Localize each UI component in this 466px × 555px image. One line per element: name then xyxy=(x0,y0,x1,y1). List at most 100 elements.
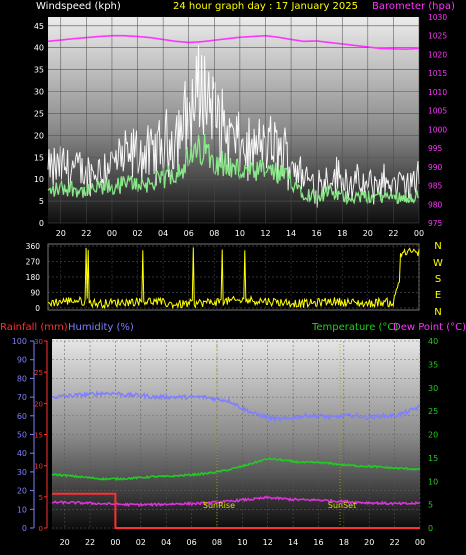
x-tick-label: 12 xyxy=(263,538,273,547)
rainfall-tick-label: 30 xyxy=(34,338,43,346)
humidity-tick-label: 100 xyxy=(12,337,27,346)
y2-tick-label: 1030 xyxy=(428,13,447,22)
y-tick-label: 30 xyxy=(34,88,44,97)
y-tick-label: 270 xyxy=(26,258,41,267)
temperature-tick-label: 25 xyxy=(428,407,438,416)
y2-tick-label: 1025 xyxy=(428,32,447,41)
humidity-tick-label: 20 xyxy=(17,487,27,496)
direction-label: N xyxy=(434,307,441,318)
y-tick-label: 5 xyxy=(39,197,44,206)
y2-tick-label: 985 xyxy=(428,182,443,191)
x-tick-label: 12 xyxy=(260,229,270,238)
humidity-tick-label: 90 xyxy=(17,356,27,365)
temperature-tick-label: 0 xyxy=(428,524,433,533)
x-tick-label: 00 xyxy=(110,538,120,547)
temperature-tick-label: 30 xyxy=(428,384,438,393)
y2-tick-label: 1015 xyxy=(428,69,447,78)
humidity-tick-label: 0 xyxy=(22,524,27,533)
wind-axis-title: Windspeed (kph) xyxy=(36,1,121,12)
y-tick-label: 0 xyxy=(35,304,40,313)
rainfall-tick-label: 10 xyxy=(34,463,43,471)
y-tick-label: 180 xyxy=(26,273,41,282)
humidity-tick-label: 60 xyxy=(17,412,27,421)
x-tick-label: 18 xyxy=(337,229,347,238)
direction-label: E xyxy=(435,290,441,301)
humidity-tick-label: 80 xyxy=(17,374,27,383)
x-tick-label: 10 xyxy=(235,229,245,238)
y2-tick-label: 1020 xyxy=(428,50,447,59)
y-tick-label: 45 xyxy=(34,22,44,31)
x-tick-label: 00 xyxy=(107,229,117,238)
x-tick-label: 20 xyxy=(56,229,66,238)
y-tick-label: 40 xyxy=(34,44,44,53)
x-tick-label: 16 xyxy=(312,229,322,238)
y2-tick-label: 975 xyxy=(428,219,443,228)
x-tick-label: 08 xyxy=(209,229,219,238)
y-tick-label: 25 xyxy=(34,109,44,118)
y2-tick-label: 990 xyxy=(428,163,443,172)
temperature-tick-label: 20 xyxy=(428,431,438,440)
x-tick-label: 16 xyxy=(313,538,323,547)
rainfall-tick-label: 15 xyxy=(34,432,43,440)
temperature-tick-label: 15 xyxy=(428,454,438,463)
rainfall-tick-label: 25 xyxy=(34,369,43,377)
x-tick-label: 04 xyxy=(161,538,171,547)
x-tick-label: 22 xyxy=(390,538,400,547)
wind-direction-panel: 360270180900NWSEN xyxy=(26,241,443,318)
weather-graph: Windspeed (kph) 24 hour graph day : 17 J… xyxy=(0,0,466,555)
temperature-tick-label: 10 xyxy=(428,477,438,486)
x-tick-label: 14 xyxy=(288,538,298,547)
humidity-tick-label: 30 xyxy=(17,468,27,477)
x-tick-label: 20 xyxy=(364,538,374,547)
x-tick-label: 02 xyxy=(132,229,142,238)
x-tick-label: 18 xyxy=(339,538,349,547)
y-tick-label: 15 xyxy=(34,153,44,162)
x-tick-label: 22 xyxy=(81,229,91,238)
x-tick-label: 14 xyxy=(286,229,296,238)
humidity-tick-label: 70 xyxy=(17,393,27,402)
y2-tick-label: 980 xyxy=(428,200,443,209)
chart-title: 24 hour graph day : 17 January 2025 xyxy=(173,1,358,12)
direction-label: W xyxy=(433,258,443,269)
rainfall-tick-label: 20 xyxy=(34,400,43,408)
humidity-axis-title: Humidity (%) xyxy=(68,322,134,333)
y-tick-label: 35 xyxy=(34,66,44,75)
x-tick-label: 10 xyxy=(237,538,247,547)
y-tick-label: 90 xyxy=(30,289,40,298)
x-tick-label: 20 xyxy=(60,538,70,547)
rainfall-tick-label: 0 xyxy=(39,525,43,533)
x-tick-label: 02 xyxy=(136,538,146,547)
y-tick-label: 10 xyxy=(34,175,44,184)
sunrise-label: SunRise xyxy=(203,501,235,510)
direction-label: N xyxy=(434,241,441,252)
dew-point-axis-title: Dew Point (°C) xyxy=(393,322,466,333)
temperature-tick-label: 40 xyxy=(428,337,438,346)
weather-graph-svg: Windspeed (kph) 24 hour graph day : 17 J… xyxy=(0,1,466,547)
x-tick-label: 00 xyxy=(415,538,425,547)
x-tick-label: 04 xyxy=(158,229,168,238)
direction-label: S xyxy=(435,274,441,285)
x-tick-label: 06 xyxy=(186,538,196,547)
x-tick-label: 22 xyxy=(388,229,398,238)
y2-tick-label: 1000 xyxy=(428,125,447,134)
y-tick-label: 0 xyxy=(39,219,44,228)
x-tick-label: 22 xyxy=(85,538,95,547)
humidity-tick-label: 50 xyxy=(17,431,27,440)
y-tick-label: 360 xyxy=(26,242,41,251)
x-tick-label: 08 xyxy=(212,538,222,547)
wind-barometer-panel: 0510152025303540459759809859909951000100… xyxy=(34,13,448,238)
rainfall-tick-label: 5 xyxy=(39,494,43,502)
temperature-axis-title: Temperature (°C) xyxy=(311,322,398,333)
y2-tick-label: 995 xyxy=(428,144,443,153)
x-tick-label: 00 xyxy=(414,229,424,238)
humidity-tick-label: 10 xyxy=(17,505,27,514)
y-tick-label: 20 xyxy=(34,131,44,140)
humidity-tick-label: 40 xyxy=(17,449,27,458)
y2-tick-label: 1010 xyxy=(428,88,447,97)
rainfall-axis-title: Rainfall (mm) xyxy=(0,322,68,333)
x-tick-label: 06 xyxy=(184,229,194,238)
y2-tick-label: 1005 xyxy=(428,107,447,116)
sunset-label: SunSet xyxy=(328,501,356,510)
barometer-axis-title: Barometer (hpa) xyxy=(372,1,455,12)
temperature-tick-label: 5 xyxy=(428,501,433,510)
